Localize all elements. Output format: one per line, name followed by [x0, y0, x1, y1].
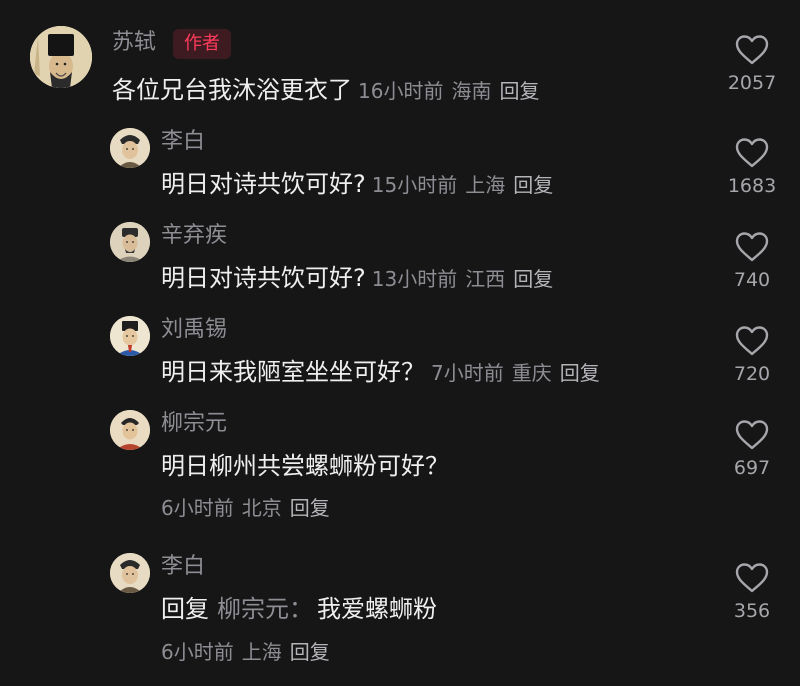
timestamp: 16小时前 — [358, 79, 444, 103]
comment-text-line: 明日对诗共饮可好? 13小时前 江西 回复 — [161, 262, 561, 295]
like-control: 697 — [717, 419, 787, 479]
timestamp: 6小时前 — [161, 640, 234, 664]
like-control: 1683 — [717, 137, 787, 197]
comment-text-line: 明日来我陋室坐坐可好？ 7小时前 重庆 回复 — [161, 356, 608, 389]
comment-text[interactable]: 明日对诗共饮可好? — [161, 264, 366, 292]
reply-target-name[interactable]: 柳宗元： — [217, 595, 313, 623]
comment-meta: 7小时前 重庆 回复 — [431, 361, 608, 385]
comment-text-line: 明日对诗共饮可好? 15小时前 上海 回复 — [161, 168, 561, 201]
comment-text[interactable]: 明日对诗共饮可好? — [161, 170, 366, 198]
avatar[interactable] — [110, 316, 150, 356]
location: 重庆 — [511, 361, 552, 385]
comment-text-line: 各位兄台我沐浴更衣了 16小时前 海南 回复 — [112, 74, 547, 107]
like-control: 720 — [717, 325, 787, 385]
comment-meta: 6小时前 上海 回复 — [161, 638, 338, 666]
reply-button[interactable]: 回复 — [513, 267, 553, 291]
avatar[interactable] — [110, 128, 150, 168]
location: 江西 — [465, 267, 506, 291]
reply-button[interactable]: 回复 — [290, 496, 330, 520]
reply-button[interactable]: 回复 — [560, 361, 600, 385]
reply-prefix: 回复 — [161, 595, 209, 623]
author-name[interactable]: 柳宗元 — [161, 410, 227, 438]
timestamp: 6小时前 — [161, 496, 234, 520]
avatar[interactable] — [110, 553, 150, 593]
like-count: 356 — [733, 600, 771, 622]
comment-meta: 15小时前 上海 回复 — [372, 173, 561, 197]
comment-text-line: 回复 柳宗元： 我爱螺蛳粉 — [161, 593, 437, 625]
comment-meta: 6小时前 北京 回复 — [161, 494, 338, 522]
comment-text[interactable]: 我爱螺蛳粉 — [317, 595, 437, 623]
like-count: 2057 — [727, 72, 777, 94]
avatar[interactable] — [110, 222, 150, 262]
like-count: 697 — [733, 457, 771, 479]
reply-button[interactable]: 回复 — [499, 79, 539, 103]
heart-outline-icon[interactable] — [734, 419, 770, 451]
like-count: 740 — [733, 269, 771, 291]
author-name[interactable]: 刘禹锡 — [161, 316, 227, 344]
author-name[interactable]: 李白 — [161, 128, 205, 156]
avatar[interactable] — [30, 26, 92, 88]
comment-meta: 16小时前 海南 回复 — [358, 79, 547, 103]
like-control: 2057 — [717, 34, 787, 94]
avatar[interactable] — [110, 410, 150, 450]
comment-text[interactable]: 明日柳州共尝螺蛳粉可好？ — [161, 450, 449, 482]
heart-outline-icon[interactable] — [734, 34, 770, 66]
reply-button[interactable]: 回复 — [513, 173, 553, 197]
timestamp: 13小时前 — [371, 267, 458, 291]
heart-outline-icon[interactable] — [734, 562, 770, 594]
comment-meta: 13小时前 江西 回复 — [372, 267, 561, 291]
comment-text[interactable]: 各位兄台我沐浴更衣了 — [112, 76, 352, 104]
author-name[interactable]: 苏轼 — [112, 29, 156, 57]
timestamp: 7小时前 — [431, 361, 504, 385]
author-name[interactable]: 李白 — [161, 553, 205, 581]
location: 上海 — [465, 173, 506, 197]
timestamp: 15小时前 — [371, 173, 458, 197]
like-count: 720 — [733, 363, 771, 385]
like-count: 1683 — [727, 175, 777, 197]
heart-outline-icon[interactable] — [734, 231, 770, 263]
author-badge: 作者 — [173, 29, 231, 59]
reply-button[interactable]: 回复 — [290, 640, 330, 664]
like-control: 356 — [717, 562, 787, 622]
comment-text[interactable]: 明日来我陋室坐坐可好？ — [161, 358, 425, 386]
heart-outline-icon[interactable] — [734, 325, 770, 357]
like-control: 740 — [717, 231, 787, 291]
location: 上海 — [241, 640, 282, 664]
heart-outline-icon[interactable] — [734, 137, 770, 169]
location: 北京 — [241, 496, 282, 520]
location: 海南 — [451, 79, 492, 103]
author-name[interactable]: 辛弃疾 — [161, 222, 227, 250]
